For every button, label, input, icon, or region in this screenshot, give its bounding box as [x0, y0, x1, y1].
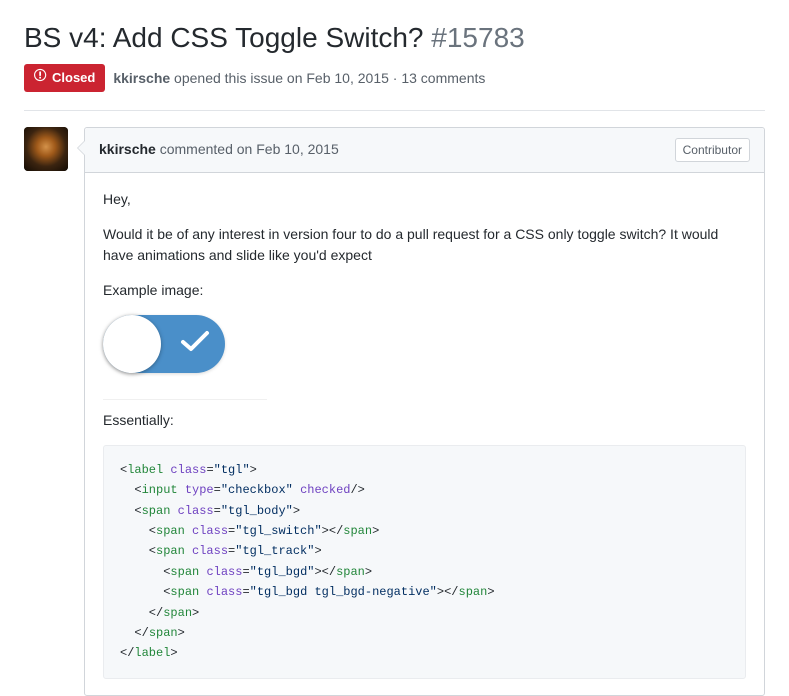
- comment-header: kkirsche commented on Feb 10, 2015 Contr…: [85, 128, 764, 173]
- role-badge: Contributor: [675, 138, 750, 162]
- issue-title-text: BS v4: Add CSS Toggle Switch?: [24, 22, 424, 53]
- checkmark-icon: [180, 329, 210, 359]
- issue-meta-row: Closed kkirsche opened this issue on Feb…: [24, 64, 765, 92]
- toggle-knob: [103, 315, 161, 373]
- toggle-switch-demo: [103, 315, 225, 373]
- issue-closed-icon: [34, 68, 48, 88]
- issue-opened-text: opened this issue on Feb 10, 2015 · 13 c…: [170, 70, 485, 86]
- comment-verb: commented: [156, 141, 237, 157]
- comment-author-link[interactable]: kkirsche: [99, 141, 156, 157]
- issue-number: #15783: [431, 22, 524, 53]
- timeline: kkirsche commented on Feb 10, 2015 Contr…: [24, 127, 765, 696]
- comment-box: kkirsche commented on Feb 10, 2015 Contr…: [84, 127, 765, 696]
- comment-para1: Would it be of any interest in version f…: [103, 224, 746, 266]
- divider: [24, 110, 765, 111]
- comment-date-link[interactable]: on Feb 10, 2015: [237, 141, 339, 157]
- issue-meta-text: kkirsche opened this issue on Feb 10, 20…: [113, 68, 485, 89]
- comment-greeting: Hey,: [103, 189, 746, 210]
- example-label: Example image:: [103, 280, 267, 301]
- issue-state-text: Closed: [52, 68, 95, 88]
- example-image-block: Example image:: [103, 280, 267, 400]
- comment-author-line: kkirsche commented on Feb 10, 2015: [99, 139, 339, 160]
- comment-body: Hey, Would it be of any interest in vers…: [85, 173, 764, 695]
- avatar[interactable]: [24, 127, 68, 171]
- issue-state-badge: Closed: [24, 64, 105, 92]
- code-block: <label class="tgl"> <input type="checkbo…: [103, 445, 746, 679]
- issue-title: BS v4: Add CSS Toggle Switch? #15783: [24, 20, 765, 56]
- essentially-label: Essentially:: [103, 410, 746, 431]
- issue-opener-link[interactable]: kkirsche: [113, 70, 170, 86]
